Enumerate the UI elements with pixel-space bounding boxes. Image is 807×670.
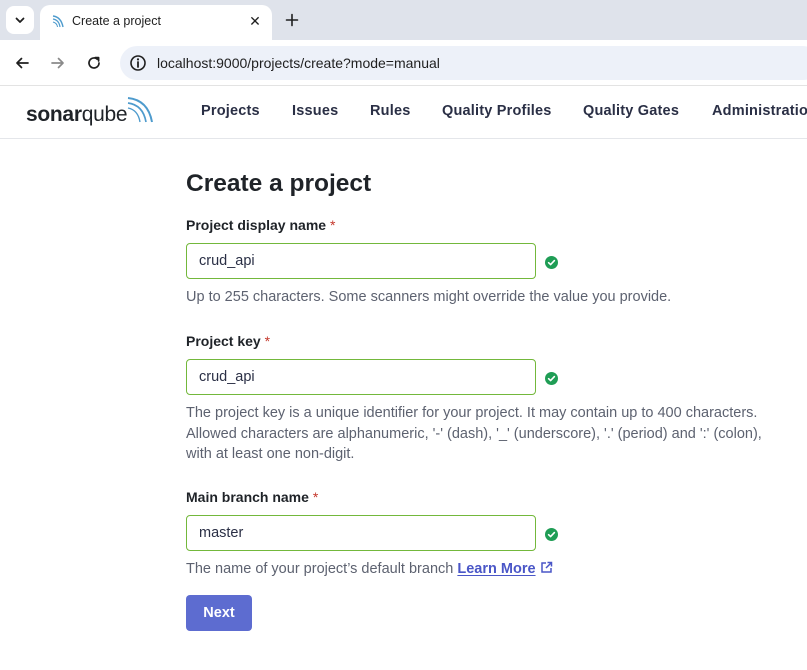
check-circle-icon bbox=[545, 528, 558, 541]
required-marker: * bbox=[312, 489, 319, 505]
next-button[interactable]: Next bbox=[186, 595, 252, 631]
main-branch-label: Main branch name * bbox=[186, 489, 318, 505]
project-key-help-line: with at least one non-digit. bbox=[186, 446, 355, 462]
display-name-help: Up to 255 characters. Some scanners migh… bbox=[186, 289, 672, 305]
sonarqube-favicon-icon bbox=[52, 15, 64, 28]
sonarqube-header: sonarqube Projects Issues Rules Quality … bbox=[0, 87, 807, 139]
nav-projects[interactable]: Projects bbox=[201, 103, 260, 119]
main-branch-help-text: The name of your project’s default branc… bbox=[186, 561, 454, 577]
reload-button[interactable] bbox=[82, 51, 106, 75]
check-circle-icon bbox=[545, 372, 558, 385]
new-tab-button[interactable] bbox=[280, 8, 304, 32]
nav-issues[interactable]: Issues bbox=[292, 103, 338, 119]
nav-rules[interactable]: Rules bbox=[370, 103, 411, 119]
plus-icon bbox=[285, 13, 299, 27]
browser-tab-active[interactable]: Create a project ✕ bbox=[40, 5, 272, 40]
project-key-label-text: Project key bbox=[186, 333, 261, 349]
reload-icon bbox=[88, 56, 100, 69]
chevron-down-icon bbox=[15, 17, 25, 23]
tab-search-button[interactable] bbox=[6, 6, 34, 34]
display-name-label-text: Project display name bbox=[186, 217, 327, 233]
external-link-icon bbox=[540, 561, 552, 573]
url-text[interactable]: localhost:9000/projects/create?mode=manu… bbox=[157, 55, 440, 71]
forward-button[interactable] bbox=[46, 51, 70, 75]
main-branch-label-text: Main branch name bbox=[186, 489, 309, 505]
sonarqube-logo[interactable]: sonarqube bbox=[26, 96, 156, 130]
nav-quality-profiles[interactable]: Quality Profiles bbox=[442, 103, 552, 119]
project-key-help-line: The project key is a unique identifier f… bbox=[186, 405, 758, 421]
logo-text-light: qube bbox=[81, 103, 128, 126]
learn-more-text: Learn More bbox=[457, 561, 536, 577]
project-key-input[interactable] bbox=[186, 359, 536, 395]
nav-administration[interactable]: Administration bbox=[712, 103, 807, 119]
main-branch-input[interactable] bbox=[186, 515, 536, 551]
forward-arrow-icon bbox=[51, 57, 64, 69]
sonarqube-waves-icon bbox=[127, 97, 153, 123]
display-name-input[interactable] bbox=[186, 243, 536, 279]
browser-tab-strip: Create a project ✕ bbox=[0, 0, 807, 40]
project-key-help: The project key is a unique identifier f… bbox=[186, 403, 762, 465]
close-icon[interactable]: ✕ bbox=[246, 12, 264, 30]
back-arrow-icon bbox=[16, 57, 29, 69]
learn-more-link[interactable]: Learn More bbox=[457, 561, 552, 577]
page-title: Create a project bbox=[186, 170, 372, 197]
browser-toolbar: localhost:9000/projects/create?mode=manu… bbox=[0, 40, 807, 86]
required-marker: * bbox=[264, 333, 271, 349]
address-bar[interactable]: localhost:9000/projects/create?mode=manu… bbox=[120, 46, 807, 80]
tab-title: Create a project bbox=[72, 14, 161, 28]
check-circle-icon bbox=[545, 256, 558, 269]
site-info-icon[interactable] bbox=[128, 53, 148, 73]
display-name-label: Project display name * bbox=[186, 217, 335, 233]
logo-text-bold: sonar bbox=[26, 103, 82, 126]
nav-quality-gates[interactable]: Quality Gates bbox=[583, 103, 679, 119]
main-branch-help: The name of your project’s default branc… bbox=[186, 559, 553, 580]
project-key-help-line: Allowed characters are alphanumeric, '-'… bbox=[186, 425, 762, 442]
back-button[interactable] bbox=[10, 51, 34, 75]
required-marker: * bbox=[329, 217, 336, 233]
project-key-label: Project key * bbox=[186, 333, 270, 349]
